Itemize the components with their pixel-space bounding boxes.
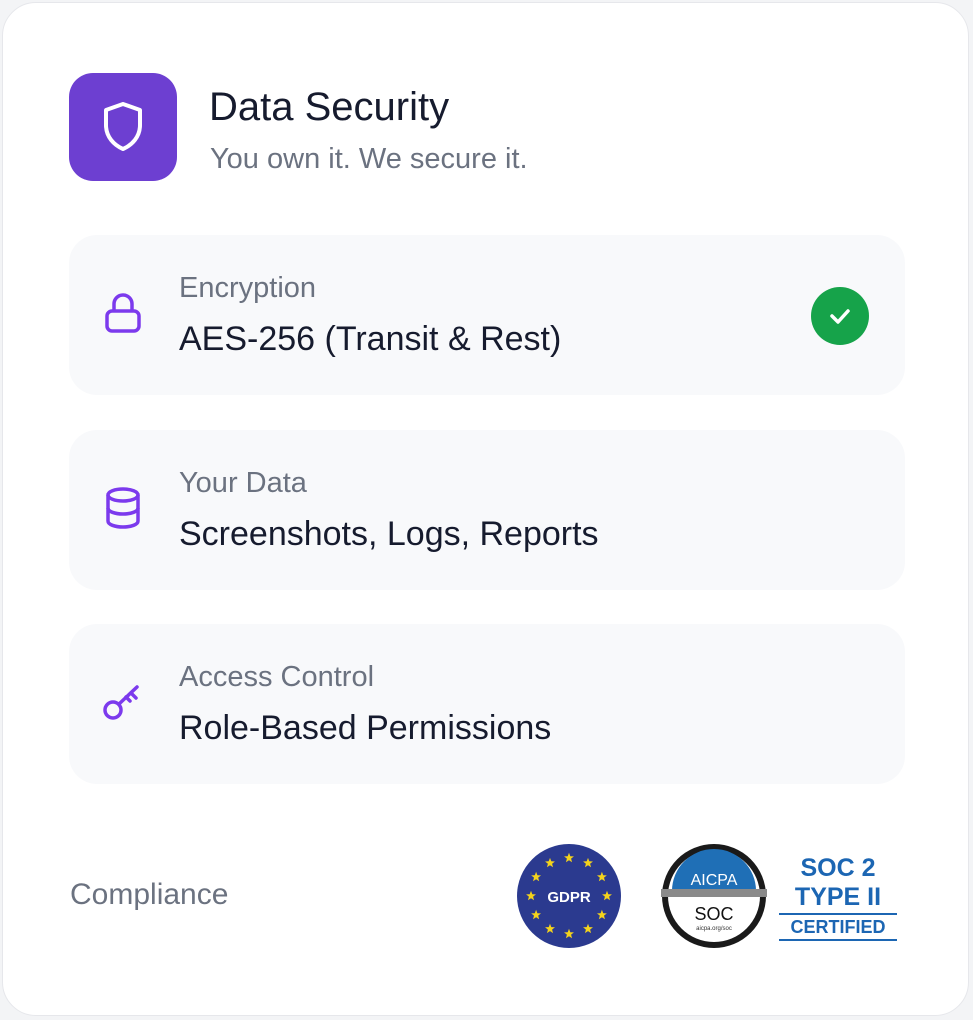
soc2-line2: TYPE II [779, 883, 897, 915]
gdpr-text: GDPR [547, 889, 591, 906]
compliance-label: Compliance [70, 878, 229, 911]
shield-badge [69, 73, 177, 181]
security-item-encryption: Encryption AES-256 (Transit & Rest) [69, 235, 905, 395]
key-icon [99, 678, 147, 726]
aicpa-url-text: aicpa.org/soc [696, 926, 732, 932]
item-value: Role-Based Permissions [179, 709, 552, 747]
security-item-your-data: Your Data Screenshots, Logs, Reports [69, 430, 905, 590]
page-subtitle: You own it. We secure it. [210, 143, 528, 175]
soc2-line1: SOC 2 [800, 854, 876, 882]
soc-text: SOC [694, 904, 733, 924]
aicpa-text: AICPA [691, 872, 738, 889]
security-item-access-control: Access Control Role-Based Permissions [69, 624, 905, 784]
item-value: AES-256 (Transit & Rest) [179, 320, 562, 358]
item-label: Access Control [179, 661, 375, 693]
soc2-type2-badge: SOC 2 TYPE II CERTIFIED [779, 853, 897, 945]
page-title: Data Security [209, 85, 450, 129]
item-label: Your Data [179, 467, 307, 499]
soc2-line3: CERTIFIED [779, 915, 897, 941]
gdpr-badge: GDPR [517, 844, 621, 948]
database-icon [99, 484, 147, 532]
item-value: Screenshots, Logs, Reports [179, 515, 599, 553]
check-icon [811, 287, 869, 345]
aicpa-soc-badge: AICPA SOC aicpa.org/soc [661, 844, 767, 948]
item-label: Encryption [179, 272, 317, 304]
lock-icon [99, 289, 147, 337]
shield-icon [104, 102, 142, 151]
data-security-card: Data Security You own it. We secure it. … [2, 2, 969, 1016]
